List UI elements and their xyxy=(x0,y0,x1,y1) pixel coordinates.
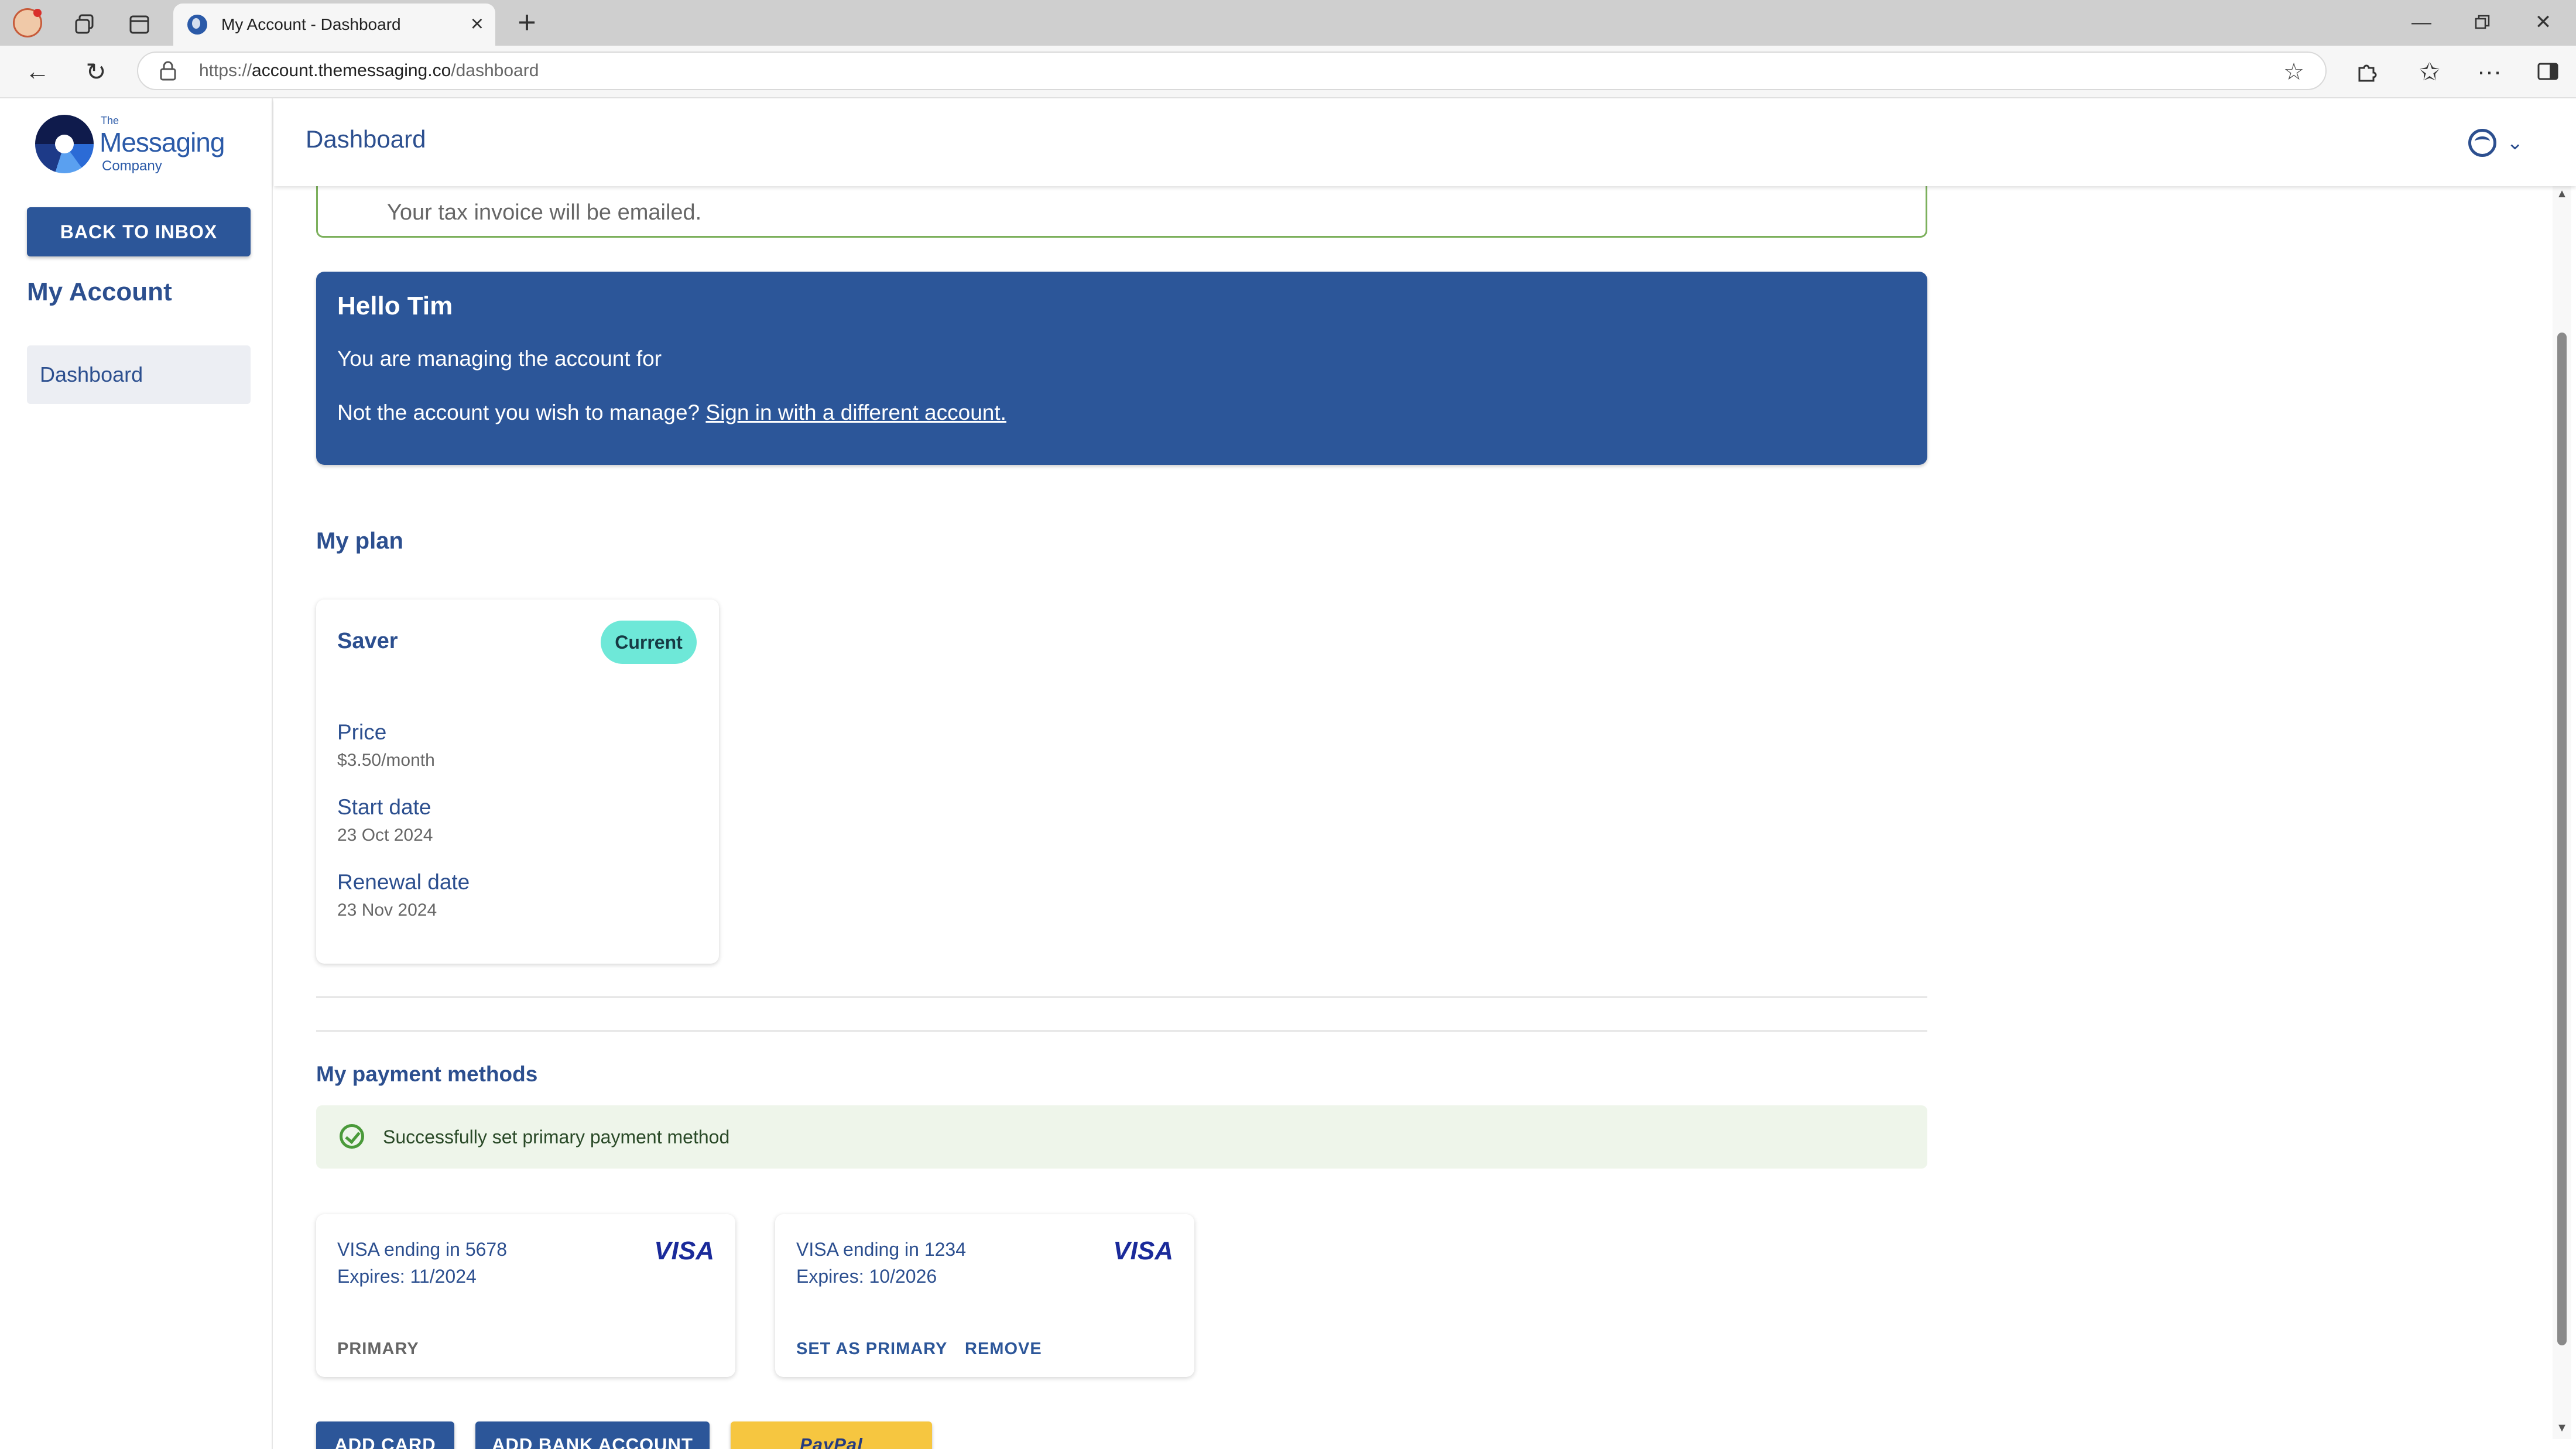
more-options-icon[interactable]: ··· xyxy=(2472,54,2507,89)
scroll-down-icon[interactable]: ▼ xyxy=(2556,1421,2568,1435)
plan-name: Saver xyxy=(337,629,398,653)
sidebar-toggle-icon[interactable] xyxy=(2530,54,2565,89)
logo-text-company: Company xyxy=(102,158,162,174)
greeting-title: Hello Tim xyxy=(337,292,453,320)
logo-mark-icon xyxy=(35,115,94,173)
add-bank-account-button[interactable]: ADD BANK ACCOUNT xyxy=(475,1421,710,1449)
renewal-date-value: 23 Nov 2024 xyxy=(337,900,437,920)
start-date-label: Start date xyxy=(337,795,431,819)
primary-label: PRIMARY xyxy=(337,1340,419,1358)
paypal-button[interactable]: PayPal xyxy=(731,1421,932,1449)
chevron-down-icon: ⌄ xyxy=(2506,132,2524,154)
my-plan-heading: My plan xyxy=(316,528,403,554)
divider xyxy=(316,1030,1927,1032)
card-expiry: Expires: 10/2026 xyxy=(796,1266,937,1287)
add-card-button[interactable]: ADD CARD xyxy=(316,1421,454,1449)
logo-text-messaging: Messaging xyxy=(100,127,225,157)
payment-card: VISA ending in 1234 Expires: 10/2026 VIS… xyxy=(775,1214,1194,1377)
success-message: Successfully set primary payment method xyxy=(383,1126,730,1147)
url-path: /dashboard xyxy=(451,61,539,80)
favorites-icon[interactable]: ✩ xyxy=(2412,54,2447,89)
back-to-inbox-button[interactable]: BACK TO INBOX xyxy=(27,207,251,256)
tab-title: My Account - Dashboard xyxy=(221,15,401,33)
card-name: VISA ending in 1234 xyxy=(796,1239,967,1260)
back-arrow-icon[interactable]: ← xyxy=(20,54,55,89)
scroll-up-icon[interactable]: ▲ xyxy=(2556,187,2568,201)
new-tab-icon[interactable]: + xyxy=(511,5,543,40)
scrollbar-thumb[interactable] xyxy=(2557,333,2567,1345)
notification-dot xyxy=(33,9,42,17)
page-header: Dashboard ⌄ xyxy=(274,98,2576,186)
minimize-icon[interactable]: — xyxy=(2404,5,2439,40)
switch-account-line: Not the account you wish to manage? Sign… xyxy=(337,400,1006,425)
renewal-date-label: Renewal date xyxy=(337,870,470,894)
app-sidebar: The Messaging Company BACK TO INBOX My A… xyxy=(0,98,273,1449)
card-name: VISA ending in 5678 xyxy=(337,1239,508,1260)
price-label: Price xyxy=(337,720,387,744)
extensions-icon[interactable] xyxy=(2349,54,2384,89)
divider xyxy=(316,996,1927,998)
start-date-value: 23 Oct 2024 xyxy=(337,825,433,845)
tax-notice-text: Your tax invoice will be emailed. xyxy=(387,200,702,225)
success-alert: Successfully set primary payment method xyxy=(316,1105,1927,1169)
tax-invoice-notice: Your tax invoice will be emailed. xyxy=(316,186,1927,238)
sign-in-different-account-link[interactable]: Sign in with a different account. xyxy=(705,400,1006,424)
address-bar[interactable]: https://account.themessaging.co/dashboar… xyxy=(137,52,2327,90)
price-value: $3.50/month xyxy=(337,751,435,770)
site-favicon-icon xyxy=(187,15,207,35)
company-logo[interactable]: The Messaging Company xyxy=(35,111,234,176)
switch-account-prompt: Not the account you wish to manage? xyxy=(337,400,700,424)
visa-logo-icon: VISA xyxy=(1113,1236,1173,1265)
close-tab-icon[interactable]: × xyxy=(471,12,484,37)
page-title: Dashboard xyxy=(306,125,426,153)
plan-card: Saver Current Price $3.50/month Start da… xyxy=(316,600,719,964)
browser-tab-active[interactable]: My Account - Dashboard × xyxy=(173,4,495,46)
user-menu-button[interactable]: ⌄ xyxy=(2468,129,2524,157)
user-avatar-icon xyxy=(2468,129,2496,157)
url-scheme: https:// xyxy=(199,61,252,80)
main-content: Your tax invoice will be emailed. Hello … xyxy=(274,186,2547,1449)
favorite-star-icon[interactable]: ☆ xyxy=(2283,59,2304,85)
managing-account-text: You are managing the account for xyxy=(337,347,662,371)
sidebar-item-dashboard[interactable]: Dashboard xyxy=(27,345,251,404)
url-domain: account.themessaging.co xyxy=(252,61,451,80)
close-window-icon[interactable]: ✕ xyxy=(2526,5,2561,40)
card-expiry: Expires: 11/2024 xyxy=(337,1266,477,1287)
set-as-primary-button[interactable]: SET AS PRIMARY xyxy=(796,1340,947,1359)
logo-text-the: The xyxy=(101,115,119,126)
sidebar-heading: My Account xyxy=(27,278,172,306)
restore-icon[interactable] xyxy=(2465,5,2500,40)
workspaces-icon[interactable] xyxy=(69,8,102,41)
visa-logo-icon: VISA xyxy=(654,1236,714,1265)
check-circle-icon xyxy=(340,1124,364,1149)
browser-tab-strip: My Account - Dashboard × + — ✕ xyxy=(0,0,2576,46)
profile-avatar-icon[interactable] xyxy=(13,8,42,37)
current-plan-badge: Current xyxy=(601,621,697,664)
remove-card-button[interactable]: REMOVE xyxy=(965,1340,1042,1359)
greeting-banner: Hello Tim You are managing the account f… xyxy=(316,272,1927,465)
tab-actions-icon[interactable] xyxy=(123,8,156,41)
lock-icon[interactable] xyxy=(159,61,177,81)
refresh-icon[interactable]: ↻ xyxy=(78,54,114,89)
browser-toolbar: ← ↻ https://account.themessaging.co/dash… xyxy=(0,46,2576,98)
payment-card: VISA ending in 5678 Expires: 11/2024 VIS… xyxy=(316,1214,735,1377)
page-scrollbar[interactable]: ▲ ▼ xyxy=(2553,186,2571,1439)
payment-methods-heading: My payment methods xyxy=(316,1062,538,1086)
